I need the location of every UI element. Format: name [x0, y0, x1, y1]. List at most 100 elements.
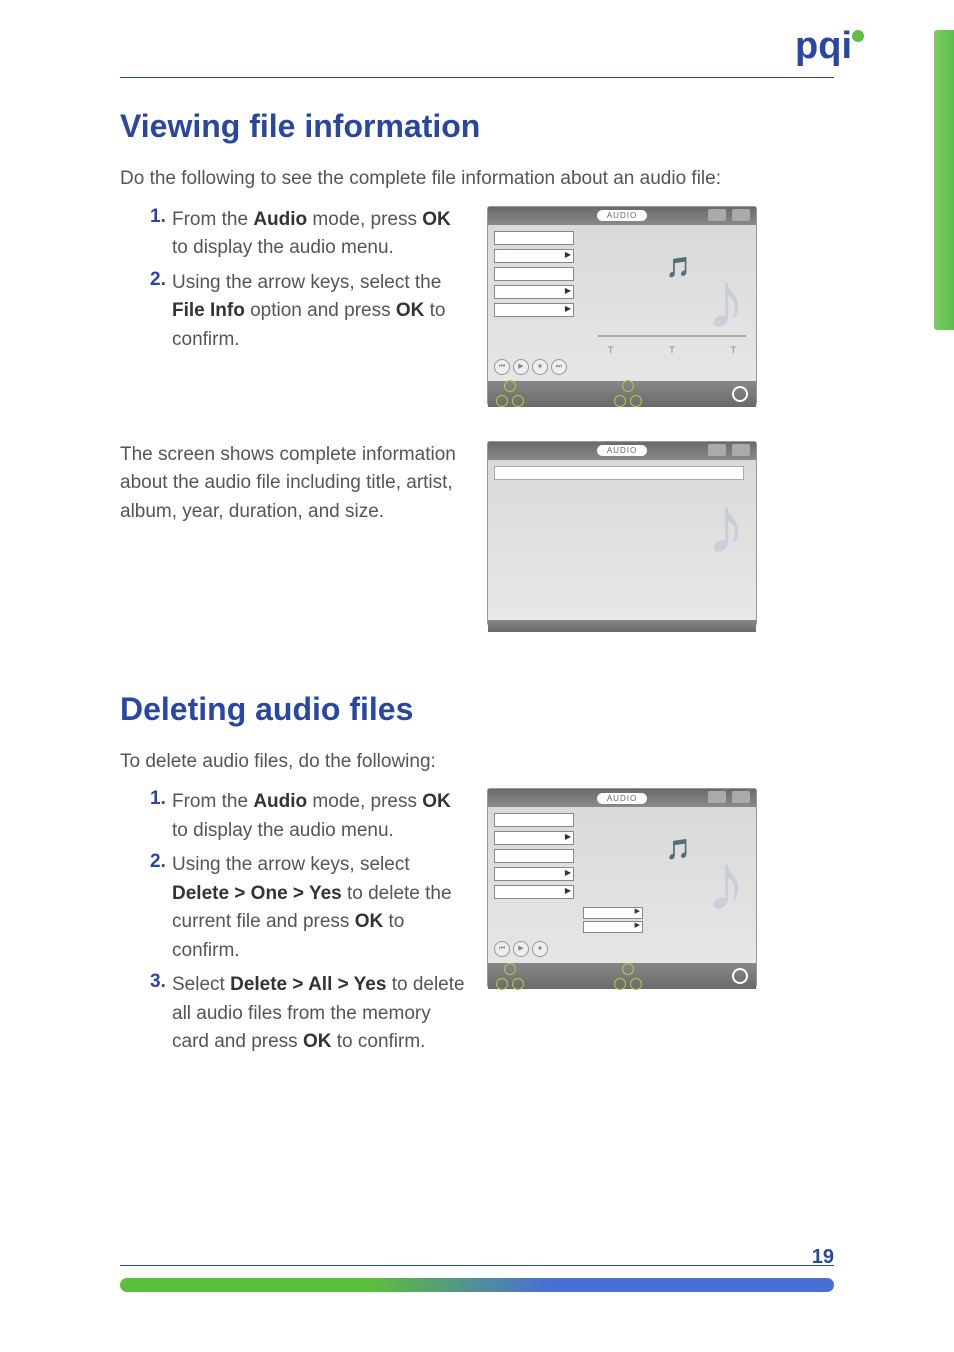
step-number: 1.: [150, 206, 172, 228]
music-folder-icon: 🎵: [666, 837, 696, 862]
play-icon: ▶: [513, 359, 529, 375]
nav-icon: [614, 978, 626, 990]
menu-item: [494, 285, 574, 299]
steps-col-1: 1. From the Audio mode, press OK to disp…: [120, 206, 467, 421]
submenu-item: [583, 921, 643, 933]
play-icon: ▶: [513, 941, 529, 957]
music-note-watermark: ♪: [706, 480, 746, 572]
device-screenshot-delete: AUDIO: [487, 788, 757, 988]
nav-icon: [622, 380, 634, 392]
stop-icon: ⏹: [532, 941, 548, 957]
music-note-watermark: ♪: [706, 837, 746, 929]
menu-item: [494, 231, 574, 245]
steps-col-2: 1. From the Audio mode, press OK to disp…: [120, 788, 467, 1063]
paragraph-col: The screen shows complete information ab…: [120, 441, 467, 641]
prev-icon: ⏮: [494, 359, 510, 375]
menu-item: [494, 303, 574, 317]
intro-text-2: To delete audio files, do the following:: [120, 748, 834, 777]
prev-icon: ⏮: [494, 941, 510, 957]
intro-text-1: Do the following to see the complete fil…: [120, 165, 834, 194]
logo-dot-icon: [852, 30, 864, 42]
device-screen-body: 🎵 ♪ ⏮ ▶ ⏹: [488, 807, 756, 963]
menu-item: [494, 867, 574, 881]
step-text: Using the arrow keys, select the File In…: [172, 269, 467, 355]
audio-mode-pill: AUDIO: [597, 793, 647, 804]
page-number: 19: [812, 1246, 834, 1269]
nav-icon: [622, 963, 634, 975]
step-text: From the Audio mode, press OK to display…: [172, 206, 467, 263]
submenu: [583, 907, 643, 933]
step-text: Select Delete > All > Yes to delete all …: [172, 971, 467, 1057]
battery-icon: [732, 791, 750, 803]
row-steps-screen-3: 1. From the Audio mode, press OK to disp…: [120, 788, 834, 1063]
device-screenshot-menu: AUDIO 🎵: [487, 206, 757, 406]
timeline-ticks: T T T: [608, 345, 736, 355]
file-info-body: ♪: [488, 460, 756, 620]
playback-controls: ⏮ ▶ ⏹ ⏭: [494, 359, 567, 375]
stop-icon: ⏹: [532, 359, 548, 375]
signal-icon: [708, 444, 726, 456]
screenshot-col-1: AUDIO 🎵: [487, 206, 834, 421]
next-icon: ⏭: [551, 359, 567, 375]
step-1-1: 1. From the Audio mode, press OK to disp…: [150, 206, 467, 263]
battery-icon: [732, 209, 750, 221]
nav-icon: [496, 395, 508, 407]
section-heading-deleting: Deleting audio files: [120, 691, 834, 728]
nav-icon: [512, 395, 524, 407]
section-deleting: Deleting audio files To delete audio fil…: [120, 691, 834, 1063]
page-content: Viewing file information Do the followin…: [0, 78, 954, 1063]
step-number: 2.: [150, 269, 172, 291]
step-2-1: 1. From the Audio mode, press OK to disp…: [150, 788, 467, 845]
nav-icon: [504, 380, 516, 392]
menu-item: [494, 885, 574, 899]
step-2-3: 3. Select Delete > All > Yes to delete a…: [150, 971, 467, 1057]
nav-icon: [630, 978, 642, 990]
menu-item: [494, 831, 574, 845]
nav-icon: [614, 395, 626, 407]
footer-gradient-bar: 19: [120, 1278, 834, 1292]
row-paragraph-screen-2: The screen shows complete information ab…: [120, 441, 834, 641]
submenu-item: [583, 907, 643, 919]
signal-icon: [708, 791, 726, 803]
nav-icon: [504, 963, 516, 975]
step-text: From the Audio mode, press OK to display…: [172, 788, 467, 845]
menu-item: [494, 267, 574, 281]
ok-button-icon: [732, 968, 748, 984]
step-2-2: 2. Using the arrow keys, select Delete >…: [150, 851, 467, 965]
step-text: Using the arrow keys, select Delete > On…: [172, 851, 467, 965]
device-bottom-strip: [488, 620, 756, 632]
screenshot-col-2: AUDIO ♪: [487, 441, 834, 641]
menu-item: [494, 849, 574, 863]
nav-icon: [630, 395, 642, 407]
ok-button-icon: [732, 386, 748, 402]
playback-controls: ⏮ ▶ ⏹: [494, 941, 548, 957]
music-note-watermark: ♪: [706, 255, 746, 347]
step-number: 3.: [150, 971, 172, 993]
audio-mode-pill: AUDIO: [597, 445, 647, 456]
device-nav-bar: [488, 963, 756, 989]
progress-line: [598, 335, 746, 337]
info-paragraph: The screen shows complete information ab…: [120, 441, 467, 527]
device-screenshot-info: AUDIO ♪: [487, 441, 757, 626]
footer-rule: [120, 1265, 834, 1266]
page-footer: 19: [0, 1265, 954, 1292]
page-header: pqi: [120, 0, 834, 78]
music-folder-icon: 🎵: [666, 255, 696, 280]
nav-icon: [496, 978, 508, 990]
side-tab-decoration: [934, 30, 954, 330]
device-status-bar: AUDIO: [488, 789, 756, 807]
row-steps-screen-1: 1. From the Audio mode, press OK to disp…: [120, 206, 834, 421]
signal-icon: [708, 209, 726, 221]
device-screen-body: 🎵 ♪ T T T ⏮ ▶ ⏹ ⏭: [488, 225, 756, 381]
menu-item: [494, 249, 574, 263]
brand-logo: pqi: [795, 25, 864, 68]
section-heading-viewing: Viewing file information: [120, 108, 834, 145]
device-status-bar: AUDIO: [488, 207, 756, 225]
manual-page: pqi Viewing file information Do the foll…: [0, 0, 954, 1352]
device-nav-bar: [488, 381, 756, 407]
logo-text: pqi: [795, 25, 852, 67]
step-number: 1.: [150, 788, 172, 810]
menu-item: [494, 813, 574, 827]
step-number: 2.: [150, 851, 172, 873]
audio-mode-pill: AUDIO: [597, 210, 647, 221]
